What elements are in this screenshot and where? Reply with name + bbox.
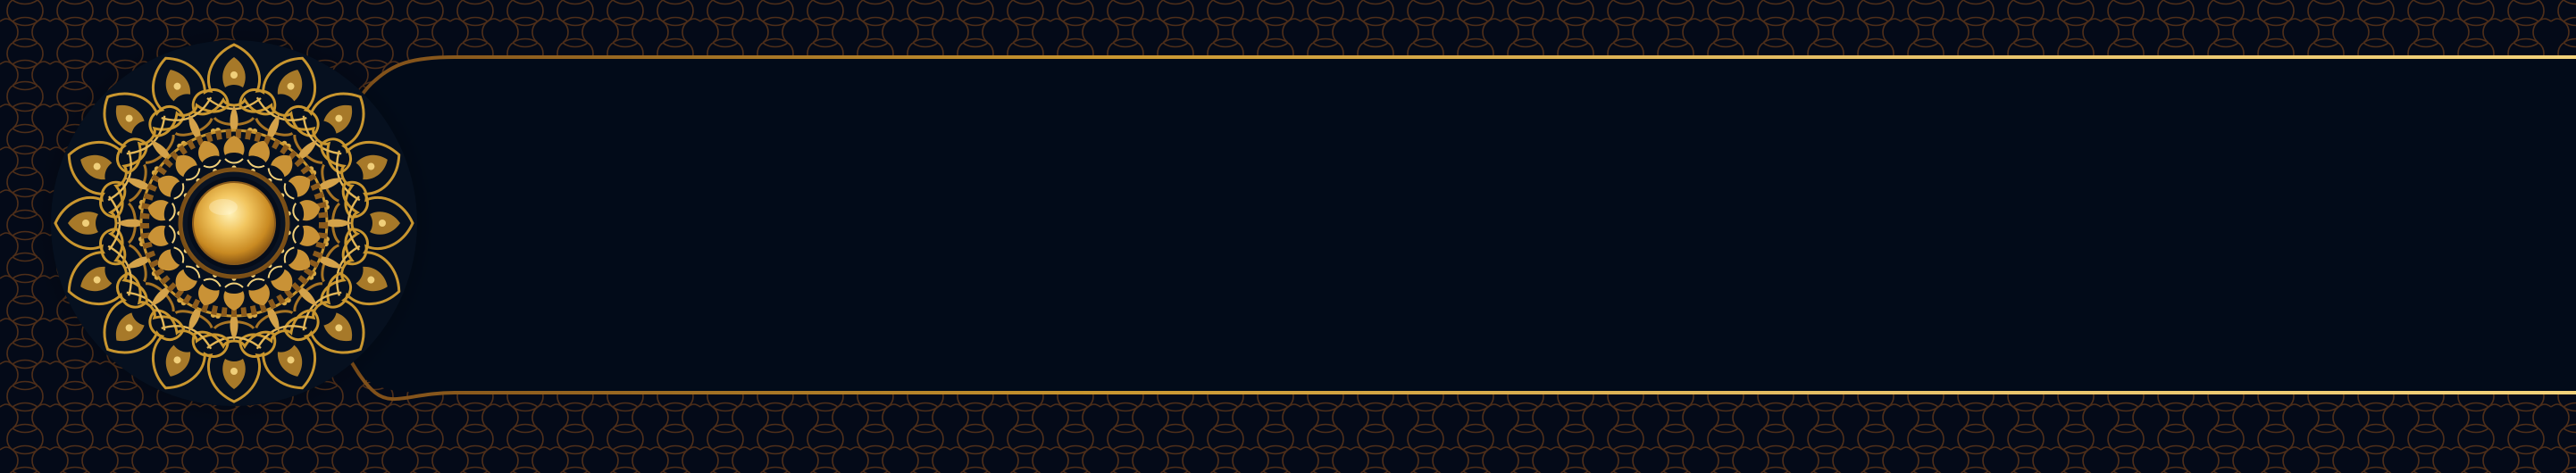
gold-orb-highlight: [209, 199, 238, 215]
main-panel: [287, 57, 2576, 393]
gold-orb: [192, 181, 276, 265]
banner-artwork: [0, 0, 2576, 473]
decorative-banner: [0, 0, 2576, 473]
